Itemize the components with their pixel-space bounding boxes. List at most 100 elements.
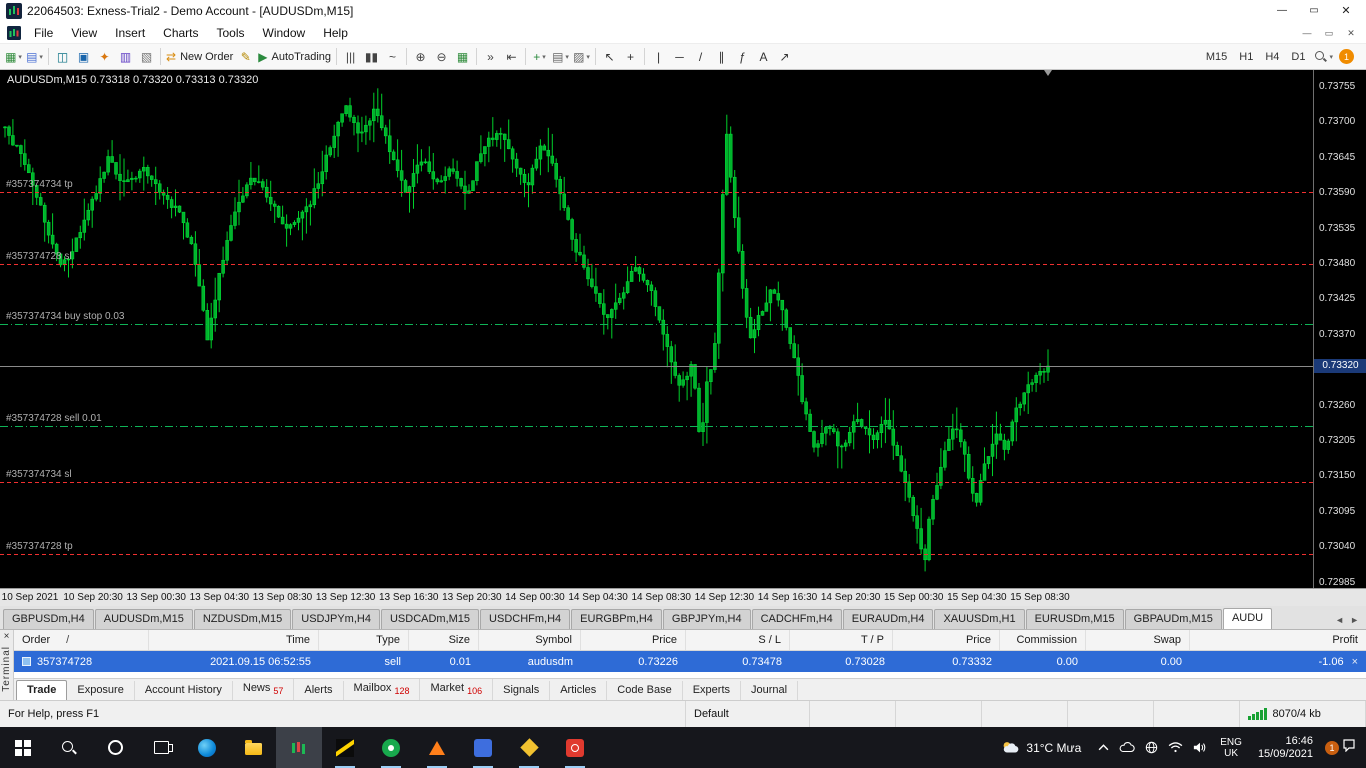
strategy-tester-button[interactable]: ▧: [136, 46, 157, 68]
chart-tab-usdchfm-h4[interactable]: USDCHFm,H4: [480, 609, 571, 629]
periods-button[interactable]: ▤ ▾: [550, 46, 571, 68]
terminal-column-swap[interactable]: Swap: [1086, 630, 1190, 650]
wifi-icon[interactable]: [1163, 727, 1188, 768]
terminal-tab-alerts[interactable]: Alerts: [294, 681, 344, 700]
tray-chevron-up-icon[interactable]: [1093, 727, 1114, 768]
taskbar-red-app-button[interactable]: [552, 727, 598, 768]
chart-shift-marker[interactable]: [1044, 70, 1052, 76]
chart-tab-euraudm-h4[interactable]: EURAUDm,H4: [842, 609, 934, 629]
terminal-tab-experts[interactable]: Experts: [683, 681, 741, 700]
terminal-panel-button[interactable]: ▥: [115, 46, 136, 68]
cursor-button[interactable]: ↖: [599, 46, 620, 68]
line-chart-mode-button[interactable]: ~: [382, 46, 403, 68]
terminal-column-commission[interactable]: Commission: [1000, 630, 1086, 650]
timeframe-h4-button[interactable]: H4: [1259, 46, 1285, 68]
autotrading-button[interactable]: ▶ AutoTrading: [256, 46, 333, 68]
terminal-tab-news[interactable]: News 57: [233, 678, 295, 700]
chart-tab-xauusdm-h1[interactable]: XAUUSDm,H1: [934, 609, 1025, 629]
terminal-tab-account-history[interactable]: Account History: [135, 681, 233, 700]
terminal-column-sl[interactable]: S / L: [686, 630, 790, 650]
network-globe-icon[interactable]: [1140, 727, 1163, 768]
chart-tab-audusdm-m15[interactable]: AUDUSDm,M15: [94, 609, 193, 629]
chart-tab-audu[interactable]: AUDU: [1222, 608, 1273, 629]
menu-file[interactable]: File: [25, 23, 62, 43]
taskbar-exness-button[interactable]: [322, 727, 368, 768]
taskbar-mt4-button[interactable]: [276, 727, 322, 768]
taskbar-blue-app-button[interactable]: [460, 727, 506, 768]
bar-chart-mode-button[interactable]: |||: [340, 46, 361, 68]
scroll-left-icon[interactable]: ◄: [1333, 615, 1346, 625]
close-button[interactable]: ✕: [1330, 1, 1362, 21]
language-indicator[interactable]: ENG UK: [1212, 737, 1250, 759]
restore-button[interactable]: ▭: [1298, 1, 1330, 21]
terminal-tab-code-base[interactable]: Code Base: [607, 681, 683, 700]
terminal-column-symbol[interactable]: Symbol: [479, 630, 581, 650]
chart-plot[interactable]: AUDUSDm,M15 0.73318 0.73320 0.73313 0.73…: [0, 70, 1313, 588]
equidistant-channel-button[interactable]: ∥: [711, 46, 732, 68]
menu-help[interactable]: Help: [314, 23, 357, 43]
chart-tab-eurgbpm-h4[interactable]: EURGBPm,H4: [571, 609, 662, 629]
zoom-in-button[interactable]: ⊕: [410, 46, 431, 68]
minimize-button[interactable]: —: [1266, 1, 1298, 21]
terminal-tab-journal[interactable]: Journal: [741, 681, 799, 700]
horizontal-line-button[interactable]: ─: [669, 46, 690, 68]
terminal-column-profit[interactable]: Profit: [1190, 630, 1366, 650]
taskbar-start-button[interactable]: [0, 727, 46, 768]
taskbar-yellow-app-button[interactable]: [506, 727, 552, 768]
timeframe-d1-button[interactable]: D1: [1285, 46, 1311, 68]
speaker-icon[interactable]: [1188, 727, 1212, 768]
profiles-button[interactable]: ▤ ▾: [24, 46, 45, 68]
taskbar-clock[interactable]: 16:46 15/09/2021: [1250, 735, 1321, 761]
taskbar-cortana-button[interactable]: [92, 727, 138, 768]
auto-scroll-button[interactable]: »: [480, 46, 501, 68]
navigator-button[interactable]: ✦: [94, 46, 115, 68]
terminal-tab-trade[interactable]: Trade: [16, 680, 68, 700]
taskbar-edge-button[interactable]: [184, 727, 230, 768]
taskbar-weather[interactable]: 31°C Mưa: [988, 727, 1093, 768]
chart-tab-gbpusdm-h4[interactable]: GBPUSDm,H4: [3, 609, 94, 629]
mdi-close-button[interactable]: ✕: [1340, 24, 1362, 42]
taskbar-search-button[interactable]: [46, 727, 92, 768]
terminal-column-size[interactable]: Size: [409, 630, 479, 650]
chart-tab-gbpaudm-m15[interactable]: GBPAUDm,M15: [1124, 609, 1222, 629]
terminal-column-tp[interactable]: T / P: [790, 630, 893, 650]
onedrive-cloud-icon[interactable]: [1114, 727, 1140, 768]
taskbar-vlc-button[interactable]: [414, 727, 460, 768]
terminal-column-type[interactable]: Type: [319, 630, 409, 650]
scroll-right-icon[interactable]: ►: [1348, 615, 1361, 625]
terminal-column-order[interactable]: Order /: [14, 630, 149, 650]
text-label-button[interactable]: A: [753, 46, 774, 68]
chart-tab-eurusdm-m15[interactable]: EURUSDm,M15: [1025, 609, 1124, 629]
menu-window[interactable]: Window: [254, 23, 315, 43]
vertical-line-button[interactable]: |: [648, 46, 669, 68]
taskbar-file-explorer-button[interactable]: [230, 727, 276, 768]
status-profile[interactable]: Default: [686, 701, 810, 727]
arrows-tool-button[interactable]: ↗: [774, 46, 795, 68]
terminal-tab-signals[interactable]: Signals: [493, 681, 551, 700]
action-center-button[interactable]: 1: [1321, 727, 1366, 768]
terminal-column-price[interactable]: Price: [893, 630, 1000, 650]
notifications-button[interactable]: 1: [1336, 46, 1357, 68]
menu-view[interactable]: View: [62, 23, 106, 43]
data-window-button[interactable]: ▣: [73, 46, 94, 68]
chart-tab-nzdusdm-m15[interactable]: NZDUSDm,M15: [193, 609, 292, 629]
timeframe-h1-button[interactable]: H1: [1233, 46, 1259, 68]
tile-windows-button[interactable]: ▦: [452, 46, 473, 68]
menu-insert[interactable]: Insert: [106, 23, 154, 43]
terminal-column-time[interactable]: Time: [149, 630, 319, 650]
mdi-minimize-button[interactable]: —: [1296, 24, 1318, 42]
terminal-tab-mailbox[interactable]: Mailbox 128: [344, 678, 421, 700]
taskbar-task-view-button[interactable]: [138, 727, 184, 768]
close-order-button[interactable]: ×: [1352, 656, 1358, 668]
market-watch-button[interactable]: ◫: [52, 46, 73, 68]
chart-tab-usdcadm-m15[interactable]: USDCADm,M15: [380, 609, 480, 629]
crosshair-button[interactable]: +: [620, 46, 641, 68]
new-order-button[interactable]: ⇄ New Order: [164, 46, 235, 68]
chart-tab-cadchfm-h4[interactable]: CADCHFm,H4: [751, 609, 842, 629]
fibonacci-button[interactable]: ƒ: [732, 46, 753, 68]
taskbar-green-app-button[interactable]: [368, 727, 414, 768]
terminal-column-price[interactable]: Price: [581, 630, 686, 650]
chart-tab-usdjpym-h4[interactable]: USDJPYm,H4: [292, 609, 380, 629]
new-chart-button[interactable]: ▦ ▾: [3, 46, 24, 68]
timeframe-m15-button[interactable]: M15: [1200, 46, 1233, 68]
